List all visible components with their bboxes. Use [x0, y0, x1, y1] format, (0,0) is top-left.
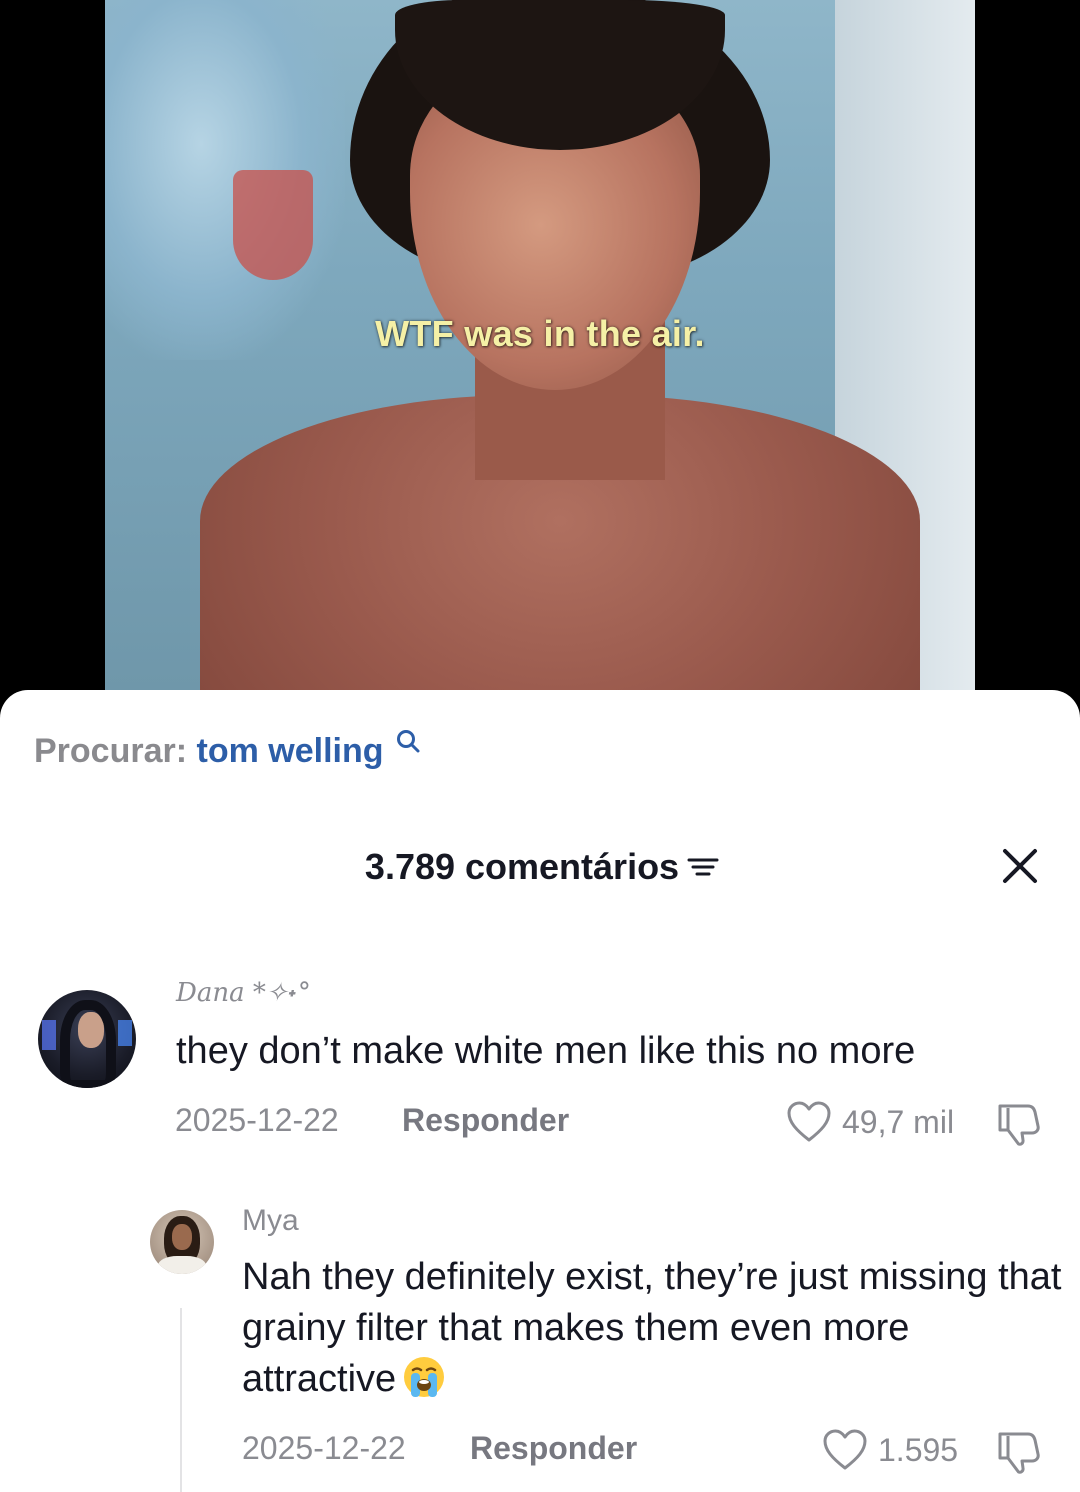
reply-button[interactable]: Responder [470, 1430, 637, 1467]
heart-icon[interactable] [786, 1100, 832, 1144]
search-label: Procurar: [34, 732, 188, 770]
search-suggestion[interactable]: Procurar: tom welling [34, 730, 421, 771]
comment-date: 2025-12-22 [175, 1102, 339, 1138]
comment-count: 3.789 comentários [364, 846, 680, 887]
like-count: 49,7 mil [842, 1103, 955, 1140]
like-control[interactable]: 1.595 [822, 1428, 958, 1472]
like-count: 1.595 [878, 1431, 959, 1468]
comment-text: they don’t make white men like this no m… [176, 1030, 916, 1072]
comment-username[interactable]: Mya [242, 1204, 299, 1238]
heart-icon[interactable] [822, 1428, 868, 1472]
comments-sheet: Procurar: tom welling 3.789 comentários [0, 690, 1080, 1492]
comment-date: 2025-12-22 [242, 1430, 406, 1466]
thread-line [180, 1308, 182, 1492]
close-icon[interactable] [1000, 846, 1040, 886]
video-player[interactable]: WTF was in the air. [0, 0, 1080, 690]
video-caption: WTF was in the air. [375, 313, 705, 354]
search-icon [396, 730, 420, 753]
loudly-crying-face-icon [404, 1357, 445, 1397]
reply-button[interactable]: Responder [402, 1102, 569, 1139]
poster-shield [233, 170, 313, 280]
like-control[interactable]: 49,7 mil [786, 1100, 954, 1144]
dislike-icon[interactable] [994, 1100, 1044, 1146]
sort-filter-icon[interactable] [685, 852, 721, 882]
avatar[interactable] [38, 990, 136, 1088]
comments-header: 3.789 comentários [0, 838, 1080, 898]
search-term[interactable]: tom welling [197, 732, 384, 770]
comment-text: Nah they definitely exist, they’re just … [242, 1252, 1062, 1405]
comment-text-body: Nah they definitely exist, they’re just … [242, 1256, 1062, 1400]
dislike-icon[interactable] [994, 1428, 1044, 1474]
avatar[interactable] [150, 1210, 214, 1274]
comment-username[interactable]: Dana *✧˖° [176, 978, 311, 1008]
